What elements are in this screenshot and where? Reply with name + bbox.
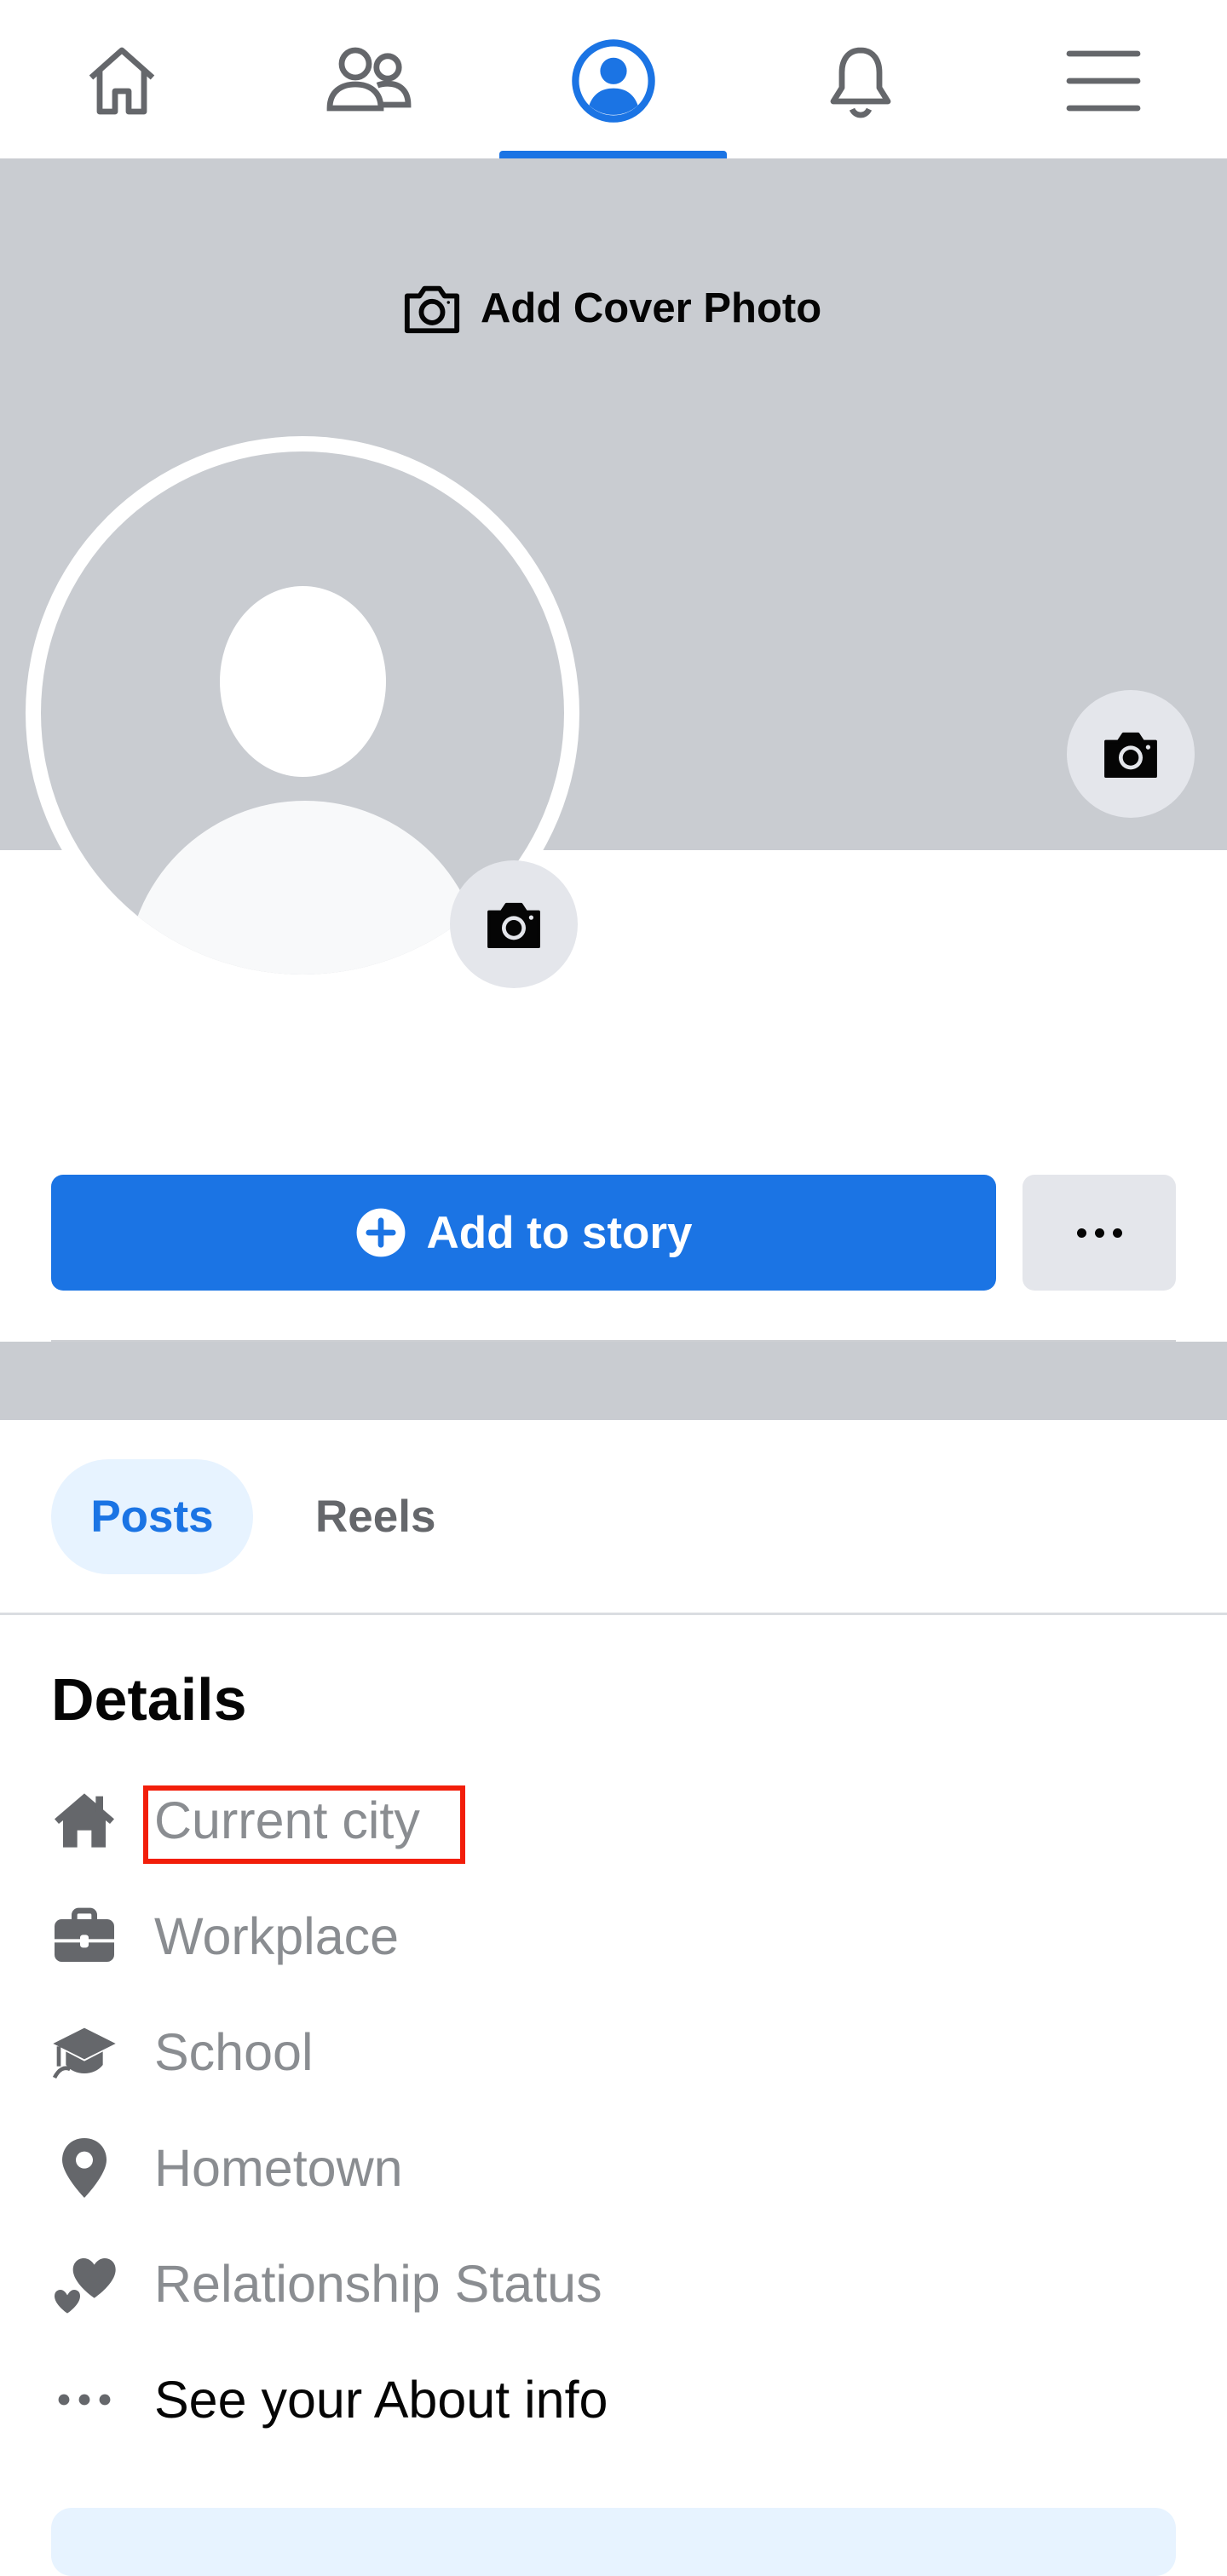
tab-posts[interactable]: Posts: [51, 1459, 253, 1574]
tabs-divider: [0, 1613, 1227, 1615]
detail-label: See your About info: [154, 2371, 608, 2429]
more-dot: [1094, 1228, 1104, 1238]
detail-workplace[interactable]: Workplace: [47, 1889, 399, 1983]
detail-relationship-status[interactable]: Relationship Status: [47, 2237, 602, 2331]
more-dots-icon: [47, 2362, 122, 2437]
location-pin-icon: [47, 2130, 122, 2205]
menu-icon: [1066, 50, 1141, 112]
edit-profile-picture-button[interactable]: [450, 860, 578, 988]
profile-tab[interactable]: [567, 34, 660, 128]
active-tab-indicator: [499, 151, 727, 158]
top-navigation-bar: [0, 0, 1227, 158]
briefcase-icon: [47, 1899, 122, 1974]
plus-circle-icon: [357, 1208, 406, 1257]
add-to-story-label: Add to story: [426, 1207, 693, 1258]
friends-tab[interactable]: [322, 34, 416, 128]
add-to-story-button[interactable]: Add to story: [51, 1175, 996, 1291]
edit-cover-camera-button[interactable]: [1067, 690, 1195, 818]
more-options-button[interactable]: [1022, 1175, 1176, 1291]
house-icon: [47, 1783, 122, 1858]
tab-reels-label: Reels: [315, 1492, 436, 1542]
bell-icon: [830, 47, 891, 118]
home-icon: [89, 47, 155, 115]
graduation-cap-icon: [47, 2015, 122, 2090]
detail-label: Hometown: [154, 2139, 403, 2197]
detail-label: Relationship Status: [154, 2255, 602, 2313]
details-heading: Details: [51, 1666, 247, 1733]
camera-outline-icon: [404, 285, 460, 334]
tab-reels[interactable]: Reels: [290, 1459, 461, 1574]
tab-posts-label: Posts: [90, 1492, 214, 1542]
more-dots-icon: [1076, 1228, 1086, 1238]
more-dot: [1112, 1228, 1122, 1238]
section-separator: [0, 1342, 1227, 1420]
avatar-head-silhouette: [220, 586, 386, 777]
home-tab[interactable]: [75, 34, 169, 128]
detail-hometown[interactable]: Hometown: [47, 2121, 403, 2215]
detail-label: Workplace: [154, 1907, 400, 1965]
add-cover-photo-button[interactable]: Add Cover Photo: [399, 274, 821, 342]
see-about-info-link[interactable]: See your About info: [47, 2353, 608, 2447]
camera-icon: [487, 902, 540, 948]
friends-icon: [326, 47, 412, 112]
add-cover-photo-label: Add Cover Photo: [481, 285, 822, 331]
highlight-box: [143, 1785, 465, 1864]
hearts-icon: [47, 2246, 122, 2321]
detail-label: School: [154, 2023, 314, 2081]
avatar-body-silhouette: [126, 801, 484, 975]
detail-school[interactable]: School: [47, 2005, 314, 2099]
camera-icon: [1104, 732, 1157, 778]
notifications-tab[interactable]: [814, 34, 907, 128]
profile-icon: [572, 39, 655, 123]
menu-tab[interactable]: [1057, 34, 1150, 128]
bottom-card: [51, 2508, 1176, 2576]
